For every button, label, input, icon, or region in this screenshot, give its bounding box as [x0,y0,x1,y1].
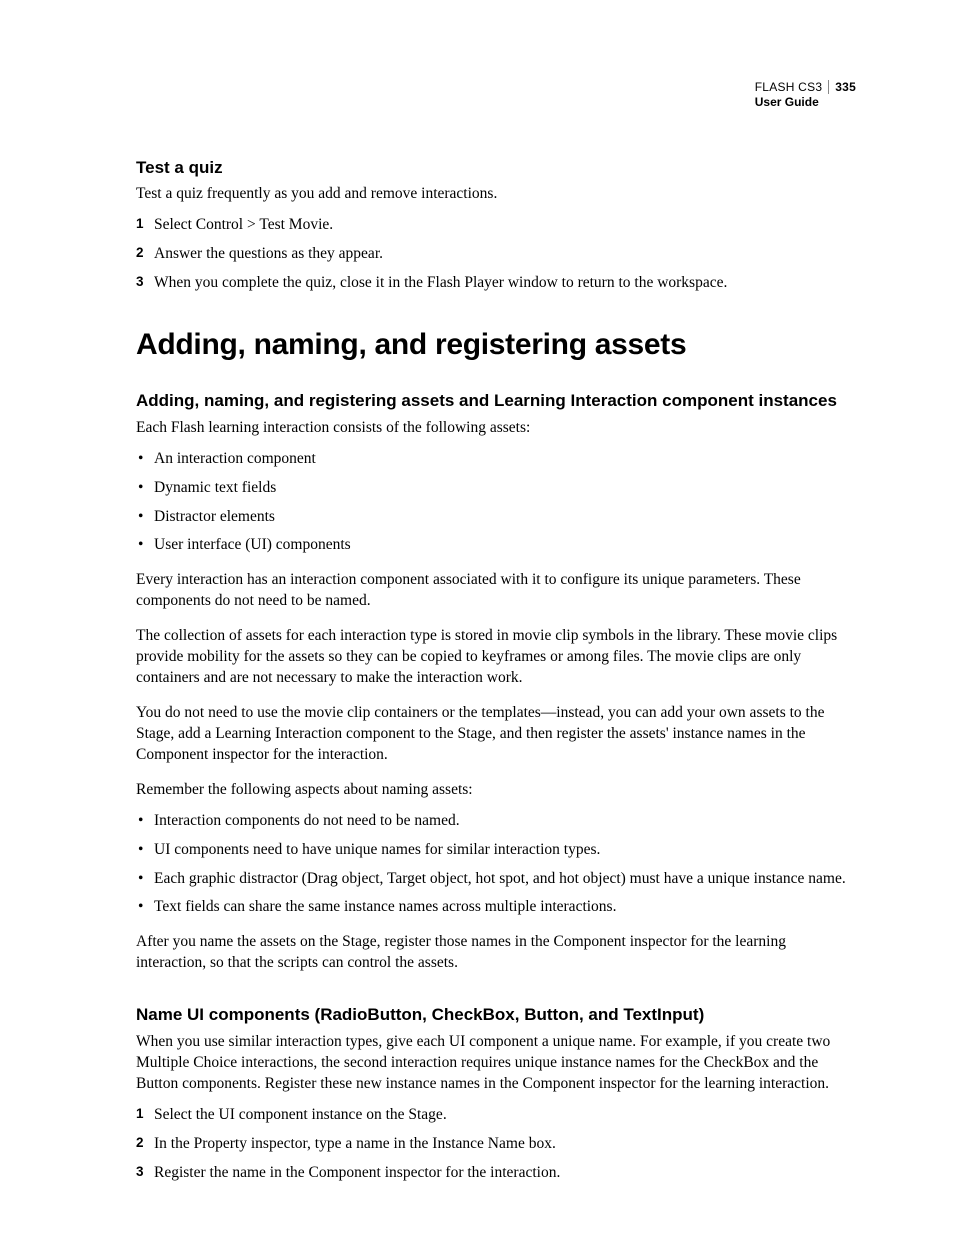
list-item: 3 Register the name in the Component insp… [136,1163,856,1184]
list-item: User interface (UI) components [136,535,856,556]
list-item: 1 Select the UI component instance on the… [136,1105,856,1126]
step-number: 2 [136,1134,144,1152]
section-test-quiz: Test a quiz Test a quiz frequently as yo… [136,158,856,294]
page: FLASH CS3 335 User Guide Test a quiz Test… [0,0,954,1235]
step-number: 3 [136,273,144,291]
bullet-text: Distractor elements [154,508,275,525]
intro-test-quiz: Test a quiz frequently as you add and re… [136,184,856,205]
step-number: 1 [136,1105,144,1123]
product-name: FLASH CS3 [755,80,823,94]
list-item: 1 Select Control > Test Movie. [136,215,856,236]
step-text: When you complete the quiz, close it in … [154,274,727,291]
bullet-text: Text fields can share the same instance … [154,898,616,915]
list-item: Interaction components do not need to be… [136,811,856,832]
bullet-text: UI components need to have unique names … [154,841,600,858]
list-item: An interaction component [136,449,856,470]
bullet-text: Interaction components do not need to be… [154,812,460,829]
paragraph: After you name the assets on the Stage, … [136,932,856,974]
steps-name-ui: 1 Select the UI component instance on the… [136,1105,856,1184]
steps-test-quiz: 1 Select Control > Test Movie. 2 Answer th… [136,215,856,294]
bullet-list-naming: Interaction components do not need to be… [136,811,856,919]
section-assets: Adding, naming, and registering assets a… [136,390,856,975]
heading-assets: Adding, naming, and registering assets a… [136,390,856,412]
paragraph: The collection of assets for each intera… [136,626,856,689]
step-text: Select Control > Test Movie. [154,216,333,233]
bullet-text: Each graphic distractor (Drag object, Ta… [154,870,846,887]
step-text: Register the name in the Component inspe… [154,1164,560,1181]
list-item: 2 Answer the questions as they appear. [136,244,856,265]
running-header: FLASH CS3 335 User Guide [755,80,856,110]
intro-assets: Each Flash learning interaction consists… [136,418,856,439]
list-item: Distractor elements [136,507,856,528]
step-number: 3 [136,1163,144,1181]
intro-name-ui: When you use similar interaction types, … [136,1032,856,1095]
bullet-text: User interface (UI) components [154,536,351,553]
bullet-text: An interaction component [154,450,316,467]
list-item: Each graphic distractor (Drag object, Ta… [136,869,856,890]
bullet-text: Dynamic text fields [154,479,276,496]
page-number: 335 [828,80,856,94]
step-text: In the Property inspector, type a name i… [154,1135,556,1152]
step-text: Select the UI component instance on the … [154,1106,447,1123]
list-item: Text fields can share the same instance … [136,897,856,918]
paragraph: Every interaction has an interaction com… [136,570,856,612]
step-number: 1 [136,215,144,233]
page-content: Test a quiz Test a quiz frequently as yo… [136,80,856,1184]
list-item: 2 In the Property inspector, type a name … [136,1134,856,1155]
paragraph: Remember the following aspects about nam… [136,780,856,801]
section-name-ui: Name UI components (RadioButton, CheckBo… [136,1004,856,1184]
paragraph: You do not need to use the movie clip co… [136,703,856,766]
chapter-title: Adding, naming, and registering assets [136,328,856,362]
bullet-list-assets: An interaction component Dynamic text fi… [136,449,856,557]
heading-test-quiz: Test a quiz [136,158,856,178]
step-text: Answer the questions as they appear. [154,245,383,262]
doc-title: User Guide [755,95,856,110]
step-number: 2 [136,244,144,262]
list-item: 3 When you complete the quiz, close it in… [136,273,856,294]
list-item: UI components need to have unique names … [136,840,856,861]
list-item: Dynamic text fields [136,478,856,499]
heading-name-ui: Name UI components (RadioButton, CheckBo… [136,1004,856,1026]
